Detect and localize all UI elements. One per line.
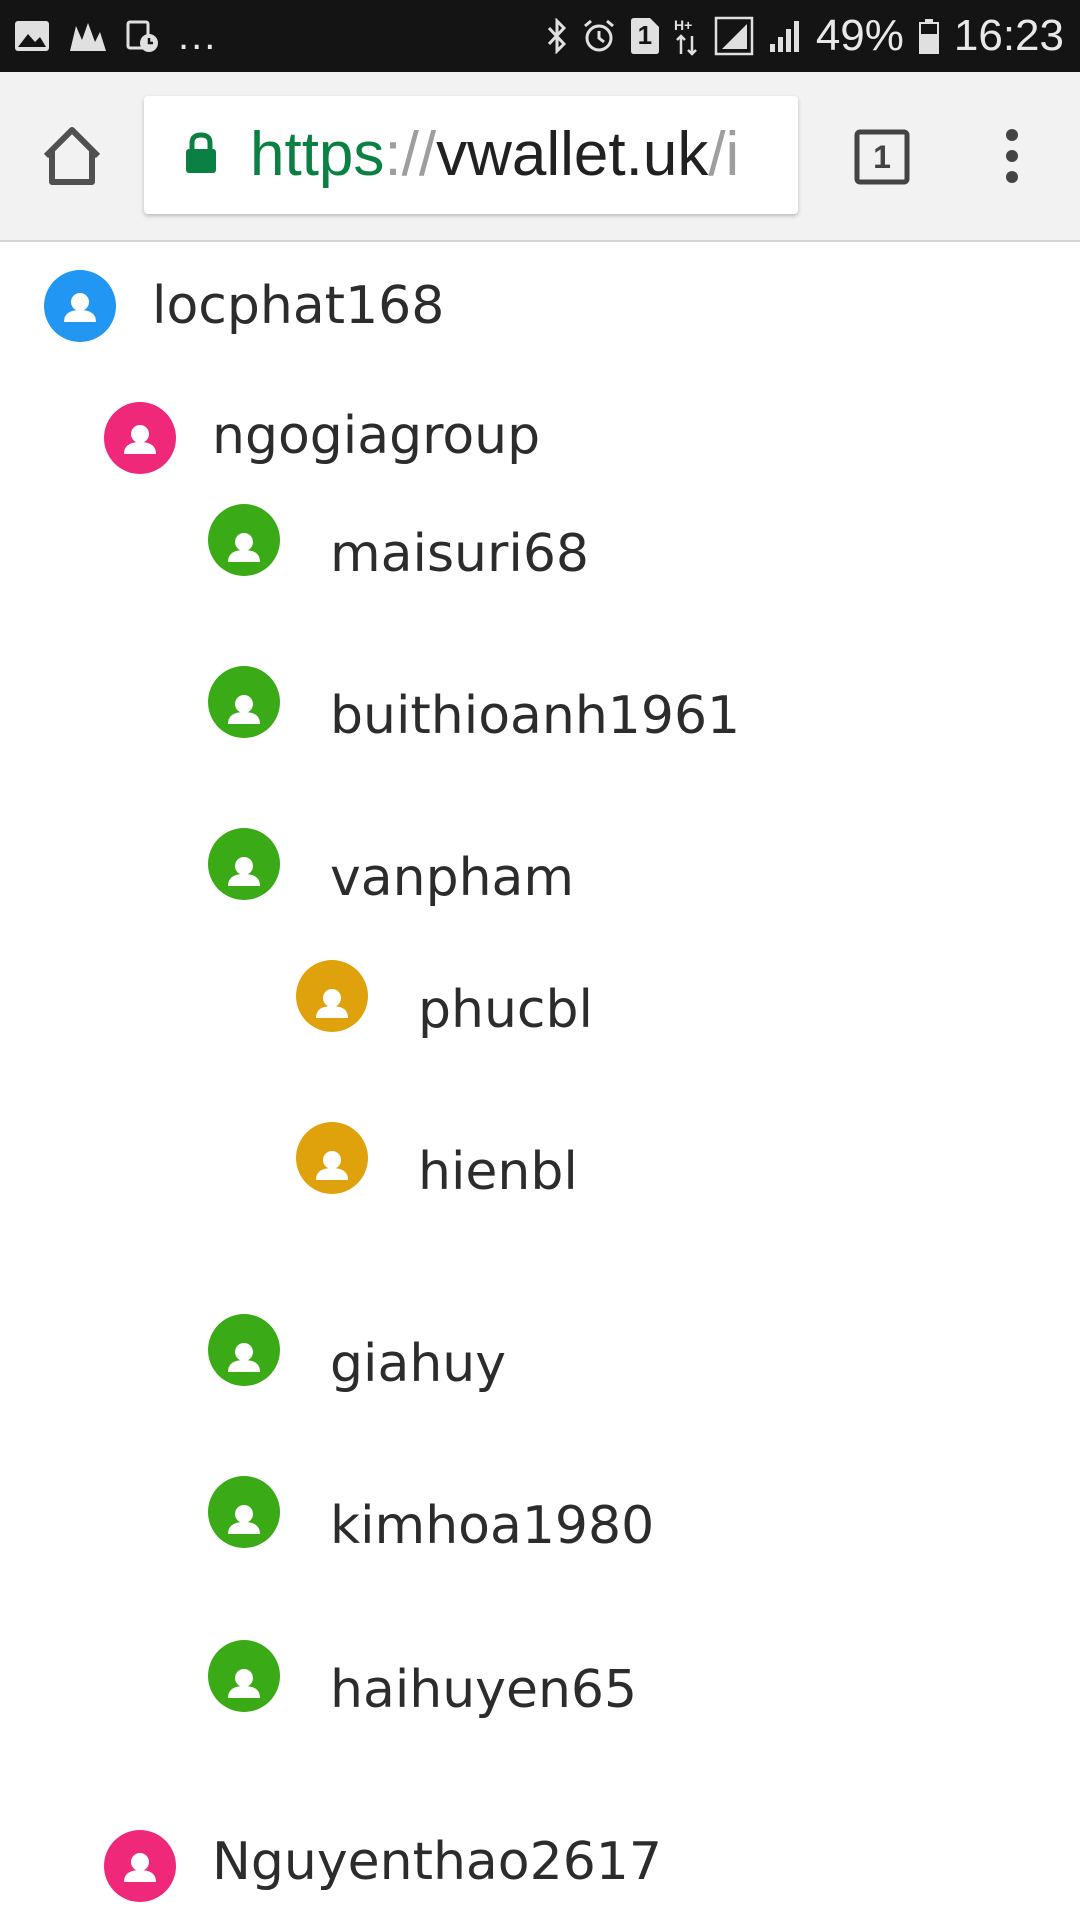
tree-node-label[interactable]: hienbl <box>418 1142 578 1202</box>
tree-node[interactable]: Nguyenthao2617 <box>0 1830 1080 1910</box>
tree-node[interactable]: vanpham <box>0 828 1080 908</box>
tree-node-label[interactable]: buithioanh1961 <box>330 686 740 746</box>
signal-icon <box>714 16 754 56</box>
tree-node[interactable]: ngogiagroup <box>0 402 1080 482</box>
url-text[interactable]: https://vwallet.uk/i <box>250 116 780 194</box>
url-host: vwallet.uk <box>436 120 709 189</box>
stocks-icon <box>70 23 106 51</box>
tree-node[interactable]: buithioanh1961 <box>0 666 1080 746</box>
tree-node-label[interactable]: phucbl <box>418 980 593 1040</box>
user-avatar-icon <box>296 960 368 1032</box>
tree-node-label[interactable]: giahuy <box>330 1334 506 1394</box>
image-icon <box>15 21 49 51</box>
battery-icon <box>918 19 939 54</box>
bluetooth-icon <box>547 18 566 54</box>
user-avatar-icon <box>104 402 176 474</box>
user-avatar-icon <box>208 1640 280 1712</box>
data-arrows-icon: H+ <box>674 17 697 56</box>
system-icons: 1 H+ 49% 16:23 <box>546 10 1064 62</box>
user-avatar-icon <box>296 1122 368 1194</box>
url-path: /i <box>708 120 740 189</box>
tree-node[interactable]: maisuri68 <box>0 504 1080 584</box>
user-avatar-icon <box>104 1830 176 1902</box>
tree-node-label[interactable]: Nguyenthao2617 <box>212 1832 662 1892</box>
url-scheme: https <box>250 120 385 189</box>
tree-node[interactable]: locphat168 <box>0 270 1080 350</box>
battery-percent: 49% <box>815 11 904 60</box>
calendar-clock-icon <box>126 20 158 52</box>
tree-node-label[interactable]: ngogiagroup <box>212 406 540 466</box>
lock-icon <box>186 132 216 173</box>
user-avatar-icon <box>208 504 280 576</box>
signal-icon <box>769 21 799 52</box>
url-separator: :// <box>384 120 437 189</box>
home-icon[interactable] <box>38 122 106 190</box>
tree-node[interactable]: phucbl <box>0 960 1080 1040</box>
tab-switcher-button[interactable]: 1 <box>854 129 910 185</box>
user-avatar-icon <box>208 666 280 738</box>
sim-slot-text: 1 <box>637 20 653 50</box>
user-avatar-icon <box>44 270 116 342</box>
browser-toolbar: https://vwallet.uk/i 1 <box>0 72 1080 242</box>
sim-icon: 1 <box>630 17 660 55</box>
tree-node[interactable]: hienbl <box>0 1122 1080 1202</box>
tree-node-label[interactable]: vanpham <box>330 848 574 908</box>
tree-node[interactable]: giahuy <box>0 1314 1080 1394</box>
tree-node[interactable]: haihuyen65 <box>0 1640 1080 1720</box>
svg-text:H+: H+ <box>674 17 692 33</box>
user-avatar-icon <box>208 1314 280 1386</box>
tree-node-label[interactable]: kimhoa1980 <box>330 1496 654 1556</box>
notification-icons: ... <box>14 14 217 58</box>
tree-node-label[interactable]: haihuyen65 <box>330 1660 637 1720</box>
alarm-icon <box>583 19 614 52</box>
user-avatar-icon <box>208 1476 280 1548</box>
user-avatar-icon <box>208 828 280 900</box>
clock: 16:23 <box>953 11 1064 60</box>
more-notifications-text: ... <box>178 13 218 58</box>
tree-node-label[interactable]: maisuri68 <box>330 524 589 584</box>
more-vert-icon[interactable] <box>1000 126 1024 186</box>
status-bar: ... 1 H+ 49% 16:23 <box>0 0 1080 72</box>
tree-node-label[interactable]: locphat168 <box>152 276 444 336</box>
url-bar[interactable]: https://vwallet.uk/i <box>144 96 798 214</box>
tree-node[interactable]: kimhoa1980 <box>0 1476 1080 1556</box>
referral-tree: locphat168 ngogiagroup maisuri68 buithio… <box>0 242 1080 1920</box>
tab-count: 1 <box>873 139 891 175</box>
